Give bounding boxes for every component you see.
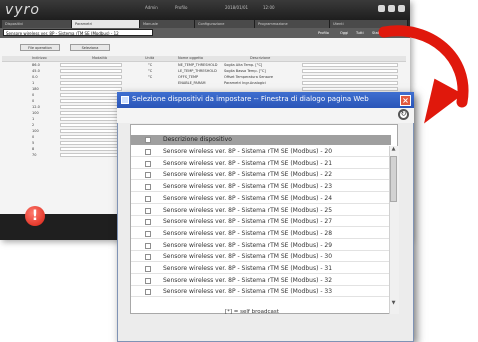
- device-label: Sensore wireless ver. 8P - Sistema rTM S…: [163, 265, 333, 272]
- tab-configurazione[interactable]: Configurazione: [195, 20, 255, 28]
- device-checkbox[interactable]: [145, 184, 151, 191]
- column-header-mode: Modalità: [92, 56, 107, 60]
- select-button[interactable]: Seleziona: [70, 44, 110, 51]
- column-header-name: Nome oggetto: [178, 56, 204, 60]
- dialog-title: Selezione dispositivi da impostare -- Fi…: [132, 95, 369, 103]
- value-input[interactable]: [60, 129, 122, 133]
- device-row[interactable]: Sensore wireless ver. 8P - Sistema rTM S…: [131, 275, 389, 286]
- close-icon[interactable]: ×: [400, 95, 411, 106]
- value-input[interactable]: [60, 93, 122, 97]
- device-checkbox[interactable]: [145, 266, 151, 272]
- scroll-down-icon[interactable]: ▼: [390, 300, 397, 307]
- tab-parametri[interactable]: Parametri: [72, 20, 140, 28]
- value-input[interactable]: [60, 81, 122, 85]
- device-label: Sensore wireless ver. 8P - Sistema rTM S…: [163, 288, 333, 296]
- top-label-profile: Profilo: [175, 5, 188, 10]
- value-input[interactable]: [60, 63, 122, 67]
- device-label: Sensore wireless ver. 8P - Sistema rTM S…: [163, 194, 333, 202]
- device-checkbox[interactable]: [145, 149, 151, 155]
- device-checkbox[interactable]: [145, 207, 151, 214]
- device-row[interactable]: Sensore wireless ver. 8P - Sistema rTM S…: [131, 228, 389, 239]
- column-header-device-description: Descrizione dispositivo: [163, 136, 232, 143]
- device-checkbox[interactable]: [145, 219, 151, 226]
- value-input[interactable]: [60, 117, 122, 121]
- scrollbar-thumb[interactable]: [390, 156, 397, 202]
- device-label: Sensore wireless ver. 8P - Sistema rTM S…: [163, 229, 333, 237]
- top-bar: [0, 0, 410, 20]
- device-checkbox[interactable]: [145, 254, 151, 261]
- value-input[interactable]: [60, 69, 122, 73]
- device-row[interactable]: Sensore wireless ver. 8P - Sistema rTM S…: [131, 216, 389, 228]
- device-row[interactable]: Sensore wireless ver. 8P - Sistema rTM S…: [131, 169, 389, 181]
- device-row[interactable]: Sensore wireless ver. 8P - Sistema rTM S…: [131, 286, 389, 298]
- device-label: Sensore wireless ver. 8P - Sistema rTM S…: [163, 253, 333, 261]
- device-checkbox[interactable]: [145, 277, 151, 284]
- action-profilo[interactable]: Profilo: [318, 30, 329, 36]
- value-input[interactable]: [60, 123, 122, 127]
- device-select[interactable]: Sensore wireless ver. 8P - Sistema rTM S…: [3, 29, 153, 36]
- dialog-toolbar: [117, 108, 414, 123]
- device-row[interactable]: Sensore wireless ver. 8P - Sistema rTM S…: [131, 251, 389, 263]
- value-input[interactable]: [60, 87, 122, 91]
- refresh-icon[interactable]: ↻: [398, 109, 409, 120]
- tab-dispositivi[interactable]: Dispositivi: [2, 20, 72, 28]
- device-checkbox[interactable]: [145, 172, 151, 179]
- home-icon[interactable]: [378, 5, 385, 12]
- device-label: Sensore wireless ver. 8P - Sistema rTM S…: [163, 206, 333, 214]
- device-label: Sensore wireless ver. 8P - Sistema rTM S…: [163, 183, 333, 191]
- tab-manuale[interactable]: Manuale: [140, 20, 195, 28]
- device-label: Sensore wireless ver. 8P - Sistema rTM S…: [163, 148, 333, 155]
- value-input[interactable]: [60, 99, 122, 103]
- settings-icon[interactable]: [388, 5, 395, 12]
- device-label: Sensore wireless ver. 8P - Sistema rTM S…: [163, 171, 333, 179]
- device-row[interactable]: Sensore wireless ver. 8P - Sistema rTM S…: [131, 263, 389, 274]
- device-label: Sensore wireless ver. 8P - Sistema rTM S…: [163, 159, 333, 167]
- device-row[interactable]: Sensore wireless ver. 8P - Sistema rTM S…: [131, 146, 389, 157]
- value-input[interactable]: [60, 147, 122, 151]
- window-icon: [121, 96, 129, 104]
- value-input[interactable]: [60, 75, 122, 79]
- device-row[interactable]: Sensore wireless ver. 8P - Sistema rTM S…: [131, 240, 389, 251]
- broadcast-footnote: [*] = self broadcast: [225, 309, 279, 315]
- column-header-description: Descrizione: [250, 56, 271, 60]
- device-checkbox[interactable]: [145, 230, 151, 237]
- device-checkbox[interactable]: [145, 160, 151, 167]
- value-input[interactable]: [60, 135, 122, 139]
- file-operation-button[interactable]: File operation: [20, 44, 60, 51]
- device-label: Sensore wireless ver. 8P - Sistema rTM S…: [163, 218, 333, 226]
- alarm-panel: [0, 214, 122, 240]
- column-header-address: Indirizzo: [32, 56, 47, 60]
- value-input[interactable]: [60, 111, 122, 115]
- value-input[interactable]: [60, 141, 122, 145]
- action-oggi[interactable]: Oggi: [340, 30, 348, 36]
- tab-programmazione[interactable]: Programmazione: [255, 20, 330, 28]
- app-logo: vyro: [5, 2, 40, 18]
- device-row[interactable]: Sensore wireless ver. 8P - Sistema rTM S…: [131, 158, 389, 169]
- top-label-time: 12:00: [263, 5, 275, 10]
- value-input[interactable]: [60, 105, 122, 109]
- device-label: Sensore wireless ver. 8P - Sistema rTM S…: [163, 241, 333, 249]
- select-all-checkbox[interactable]: [145, 137, 151, 143]
- device-checkbox[interactable]: [145, 195, 151, 202]
- device-row[interactable]: Sensore wireless ver. 8P - Sistema rTM S…: [131, 193, 389, 204]
- top-label-date: 2018/01/01: [225, 5, 249, 10]
- scroll-up-icon[interactable]: ▲: [390, 146, 397, 153]
- device-label: Sensore wireless ver. 8P - Sistema rTM S…: [163, 276, 333, 284]
- power-icon[interactable]: [398, 5, 405, 12]
- device-row[interactable]: Sensore wireless ver. 8P - Sistema rTM S…: [131, 205, 389, 216]
- column-header-unit: Unità: [145, 56, 155, 60]
- row-address: 70: [32, 153, 37, 157]
- device-checkbox[interactable]: [145, 289, 151, 296]
- device-row[interactable]: Sensore wireless ver. 8P - Sistema rTM S…: [131, 181, 389, 193]
- top-label-user: Admin: [145, 5, 158, 10]
- alert-icon[interactable]: !: [25, 206, 45, 226]
- value-input[interactable]: [60, 153, 122, 157]
- device-checkbox[interactable]: [145, 242, 151, 249]
- action-tutti[interactable]: Tutti: [356, 30, 364, 36]
